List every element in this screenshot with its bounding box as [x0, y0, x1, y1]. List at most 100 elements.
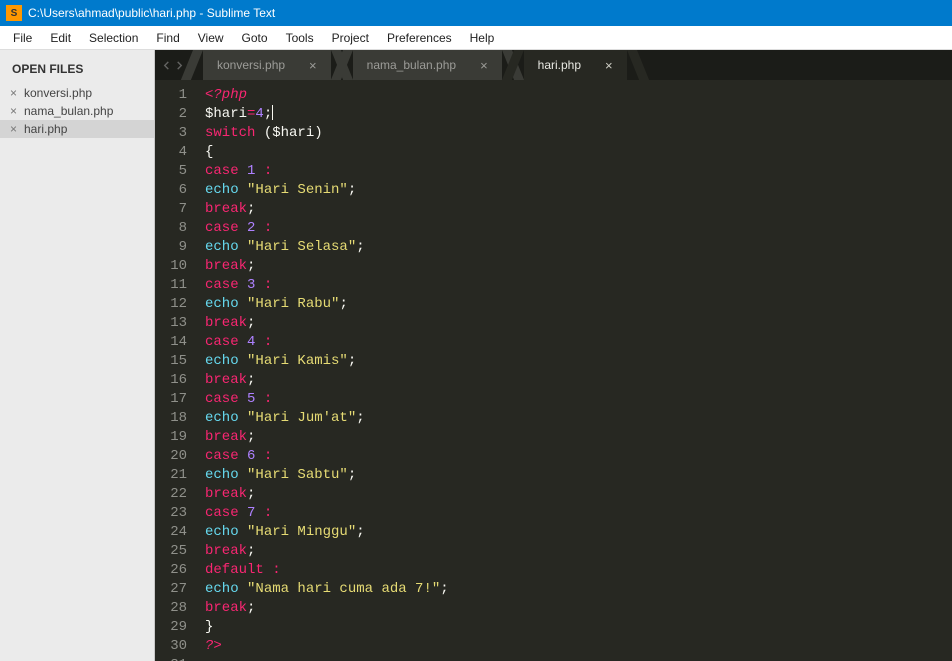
code-line[interactable]: echo "Hari Jum'at";: [205, 409, 952, 428]
menu-preferences[interactable]: Preferences: [378, 29, 461, 47]
menu-project[interactable]: Project: [323, 29, 378, 47]
code-line[interactable]: echo "Nama hari cuma ada 7!";: [205, 580, 952, 599]
token-op: :: [264, 448, 272, 464]
line-number: 27: [155, 580, 195, 599]
code-line[interactable]: case 5 :: [205, 390, 952, 409]
code-line[interactable]: default :: [205, 561, 952, 580]
token-op: :: [272, 562, 280, 578]
open-file-item[interactable]: ×nama_bulan.php: [0, 102, 154, 120]
app-icon: S: [6, 5, 22, 21]
code-line[interactable]: case 6 :: [205, 447, 952, 466]
token-str: "Hari Selasa": [247, 239, 356, 255]
token-str: "Hari Minggu": [247, 524, 356, 540]
menu-file[interactable]: File: [4, 29, 41, 47]
token-var: [255, 505, 263, 521]
menu-find[interactable]: Find: [147, 29, 188, 47]
token-op: :: [264, 391, 272, 407]
token-punc: ;: [247, 486, 255, 502]
code-line[interactable]: case 1 :: [205, 162, 952, 181]
line-number: 25: [155, 542, 195, 561]
line-number: 30: [155, 637, 195, 656]
close-icon[interactable]: ×: [480, 58, 488, 73]
token-var: [255, 391, 263, 407]
token-punc: ;: [247, 429, 255, 445]
menu-selection[interactable]: Selection: [80, 29, 147, 47]
line-number: 31: [155, 656, 195, 661]
code-line[interactable]: switch ($hari): [205, 124, 952, 143]
code-line[interactable]: {: [205, 143, 952, 162]
line-number: 4: [155, 143, 195, 162]
code-line[interactable]: echo "Hari Rabu";: [205, 295, 952, 314]
tab[interactable]: nama_bulan.php×: [353, 50, 502, 80]
token-str: "Hari Rabu": [247, 296, 339, 312]
token-punc: ): [314, 125, 322, 141]
menu-view[interactable]: View: [189, 29, 233, 47]
open-file-item[interactable]: ×konversi.php: [0, 84, 154, 102]
tab[interactable]: hari.php×: [524, 50, 627, 80]
code-line[interactable]: ?>: [205, 637, 952, 656]
open-file-item[interactable]: ×hari.php: [0, 120, 154, 138]
code-line[interactable]: case 7 :: [205, 504, 952, 523]
code-line[interactable]: break;: [205, 542, 952, 561]
token-str: "Hari Senin": [247, 182, 348, 198]
title-path: C:\Users\ahmad\public\hari.php - Sublime…: [28, 6, 275, 20]
line-number: 23: [155, 504, 195, 523]
close-icon[interactable]: ×: [10, 122, 24, 136]
token-kw: default: [205, 562, 272, 578]
menu-edit[interactable]: Edit: [41, 29, 80, 47]
token-punc: }: [205, 619, 213, 635]
titlebar[interactable]: S C:\Users\ahmad\public\hari.php - Subli…: [0, 0, 952, 26]
code-line[interactable]: [205, 656, 952, 661]
code-line[interactable]: echo "Hari Minggu";: [205, 523, 952, 542]
code-line[interactable]: echo "Hari Selasa";: [205, 238, 952, 257]
code-line[interactable]: }: [205, 618, 952, 637]
token-kw: case: [205, 448, 247, 464]
line-number: 26: [155, 561, 195, 580]
menu-goto[interactable]: Goto: [233, 29, 277, 47]
code-line[interactable]: break;: [205, 371, 952, 390]
token-func: echo: [205, 581, 247, 597]
line-number: 14: [155, 333, 195, 352]
code-line[interactable]: break;: [205, 257, 952, 276]
line-number: 15: [155, 352, 195, 371]
close-icon[interactable]: ×: [605, 58, 613, 73]
token-str: "Hari Sabtu": [247, 467, 348, 483]
tab[interactable]: konversi.php×: [203, 50, 331, 80]
line-number: 22: [155, 485, 195, 504]
close-icon[interactable]: ×: [309, 58, 317, 73]
token-func: echo: [205, 296, 247, 312]
code-line[interactable]: echo "Hari Senin";: [205, 181, 952, 200]
line-number: 24: [155, 523, 195, 542]
token-op: :: [264, 277, 272, 293]
token-kw: case: [205, 220, 247, 236]
menu-tools[interactable]: Tools: [277, 29, 323, 47]
code-line[interactable]: break;: [205, 200, 952, 219]
chevron-right-icon: [175, 61, 184, 70]
code-line[interactable]: case 3 :: [205, 276, 952, 295]
code-line[interactable]: case 2 :: [205, 219, 952, 238]
code-line[interactable]: break;: [205, 599, 952, 618]
token-tag: <?php: [205, 87, 247, 103]
line-number: 5: [155, 162, 195, 181]
token-kw: case: [205, 277, 247, 293]
code-line[interactable]: break;: [205, 314, 952, 333]
token-punc: ;: [247, 258, 255, 274]
close-icon[interactable]: ×: [10, 86, 24, 100]
token-func: echo: [205, 410, 247, 426]
menu-help[interactable]: Help: [461, 29, 504, 47]
token-punc: ;: [348, 353, 356, 369]
code-content[interactable]: <?php$hari=4;switch ($hari){case 1 :echo…: [195, 80, 952, 661]
token-kw: break: [205, 201, 247, 217]
token-punc: {: [205, 144, 213, 160]
code-line[interactable]: break;: [205, 485, 952, 504]
line-gutter: 1234567891011121314151617181920212223242…: [155, 80, 195, 661]
code-line[interactable]: $hari=4;: [205, 105, 952, 124]
code-line[interactable]: case 4 :: [205, 333, 952, 352]
code-area[interactable]: 1234567891011121314151617181920212223242…: [155, 80, 952, 661]
code-line[interactable]: echo "Hari Kamis";: [205, 352, 952, 371]
token-punc: ;: [339, 296, 347, 312]
close-icon[interactable]: ×: [10, 104, 24, 118]
code-line[interactable]: echo "Hari Sabtu";: [205, 466, 952, 485]
code-line[interactable]: <?php: [205, 86, 952, 105]
code-line[interactable]: break;: [205, 428, 952, 447]
